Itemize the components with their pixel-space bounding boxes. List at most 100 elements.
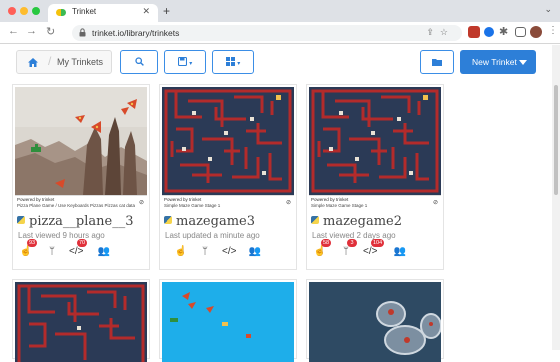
puzzle-icon[interactable]: ✱ (499, 25, 508, 38)
remix-icon[interactable]: ☝ (174, 245, 188, 259)
extension-icon[interactable] (484, 27, 494, 37)
python-icon (17, 216, 25, 224)
card-actions: ☝ ᛘ </> 👥 (166, 245, 292, 259)
embed-icon[interactable]: </> 70 (69, 239, 88, 259)
space-game-thumbnail-art (309, 282, 441, 362)
share-bookmark-icons[interactable]: ⇪☆ (426, 27, 454, 38)
chevron-down-icon: ▾ (189, 61, 193, 67)
chevron-down-icon (519, 60, 527, 65)
scrollbar-thumb[interactable] (554, 85, 558, 195)
strip-description: Simple Maze Game Stage 1 (311, 203, 368, 208)
browser-toolbar: ← → ↻ trinket.io/library/trinkets ⇪☆ ✱ ⋮ (0, 22, 560, 44)
save-menu-button[interactable]: ▾ (164, 50, 206, 74)
card-actions: ☝ 58 ᛘ3 </> 104 👥 (313, 239, 439, 259)
breadcrumb: / My Trinkets (16, 50, 112, 74)
remix-icon[interactable]: ☝ 58 (313, 239, 332, 259)
folder-button[interactable] (420, 50, 454, 74)
embed-strip: Powered by trinket Simple Maze Game Stag… (162, 195, 294, 211)
browser-titlebar: Trinket ✕ + ⌄ (0, 0, 560, 22)
fork-icon[interactable]: ᛘ3 (339, 239, 357, 259)
embed-count-badge: 70 (77, 239, 88, 247)
trinket-favicon-icon (56, 9, 66, 16)
trinket-thumbnail[interactable] (15, 87, 147, 195)
trinket-card[interactable] (306, 279, 444, 362)
trinket-thumbnail[interactable] (15, 282, 147, 362)
trinket-thumbnail[interactable] (162, 87, 294, 195)
python-icon (164, 216, 172, 224)
remix-icon[interactable]: ☝ 93 (19, 239, 38, 259)
profile-avatar[interactable] (530, 26, 542, 38)
embed-strip: Powered by trinket Simple Maze Game Stag… (309, 195, 441, 211)
reload-button[interactable]: ↻ (46, 25, 55, 38)
maze-thumbnail-art (15, 282, 147, 362)
expand-icon: ⊘ (138, 200, 144, 206)
trinket-thumbnail[interactable] (309, 87, 441, 195)
page-scrollbar[interactable] (552, 45, 560, 350)
share-users-icon[interactable]: 👥 (393, 245, 407, 259)
address-bar[interactable]: trinket.io/library/trinkets ⇪☆ (72, 25, 462, 41)
card-subtitle: Last updated a minute ago (165, 231, 260, 240)
extension-icon[interactable] (468, 26, 480, 38)
breadcrumb-separator: / (48, 54, 52, 68)
view-mode-button[interactable]: ▾ (212, 50, 254, 74)
trinket-card[interactable] (12, 279, 150, 362)
maximize-window-button[interactable] (32, 7, 40, 15)
search-button[interactable] (120, 50, 158, 74)
trinket-thumbnail[interactable] (162, 282, 294, 362)
strip-description: Simple Maze Game Stage 1 (164, 203, 221, 208)
trinket-thumbnail[interactable] (309, 282, 441, 362)
tab-search-icon[interactable]: ⌄ (544, 4, 552, 15)
maze-thumbnail-art (309, 87, 441, 195)
floppy-icon (177, 56, 187, 67)
maze-thumbnail-art (162, 87, 294, 195)
search-icon (134, 57, 144, 66)
powered-by-label: Powered by trinket (164, 197, 202, 202)
trinket-card[interactable]: Powered by trinket Simple Maze Game Stag… (159, 84, 297, 270)
tab-title: Trinket (72, 7, 97, 16)
remix-count-badge: 93 (27, 239, 38, 247)
trinket-card[interactable]: Powered by trinket Pizza Plane Game / Us… (12, 84, 150, 270)
share-users-icon[interactable]: 👥 (248, 245, 262, 259)
embed-count-badge: 104 (371, 239, 385, 247)
home-icon[interactable] (28, 58, 38, 67)
url-text: trinket.io/library/trinkets (92, 28, 180, 38)
browser-menu-icon[interactable]: ⋮ (548, 25, 558, 36)
minimize-window-button[interactable] (20, 7, 28, 15)
trinket-card[interactable] (159, 279, 297, 362)
expand-icon: ⊘ (432, 200, 438, 206)
grid-icon (225, 57, 235, 66)
breadcrumb-current: My Trinkets (57, 57, 104, 67)
sky-game-thumbnail-art (162, 282, 294, 362)
new-trinket-button[interactable]: New Trinket (460, 50, 536, 74)
strip-description: Pizza Plane Game / Use Keyboards Pizzas … (17, 203, 136, 208)
chevron-down-icon: ▾ (237, 61, 241, 67)
fork-icon[interactable]: ᛘ (45, 245, 59, 259)
new-trinket-label: New Trinket (472, 57, 517, 67)
expand-icon: ⊘ (285, 200, 291, 206)
card-title[interactable]: mazegame2 (311, 214, 402, 229)
powered-by-label: Powered by trinket (311, 197, 349, 202)
forward-button[interactable]: → (26, 25, 37, 37)
remix-count-badge: 58 (321, 239, 332, 247)
browser-tab[interactable]: Trinket ✕ (48, 4, 158, 22)
fork-icon[interactable]: ᛘ (198, 245, 212, 259)
tab-close-icon[interactable]: ✕ (142, 6, 150, 17)
powered-by-label: Powered by trinket (17, 197, 55, 202)
share-users-icon[interactable]: 👥 (97, 245, 111, 259)
folder-icon (432, 59, 442, 66)
fork-count-badge: 3 (347, 239, 357, 247)
sidepanel-icon[interactable] (515, 27, 526, 37)
trinket-app: / My Trinkets ▾ ▾ New Trinket Powered by… (0, 45, 560, 362)
embed-icon[interactable]: </> 104 (363, 239, 385, 259)
new-tab-button[interactable]: + (163, 4, 170, 18)
lock-icon (79, 28, 86, 37)
card-title[interactable]: pizza__plane__3 (17, 214, 134, 229)
python-icon (311, 216, 319, 224)
embed-strip: Powered by trinket Pizza Plane Game / Us… (15, 195, 147, 211)
card-title[interactable]: mazegame3 (164, 214, 255, 229)
trinket-card[interactable]: Powered by trinket Simple Maze Game Stag… (306, 84, 444, 270)
close-window-button[interactable] (8, 7, 16, 15)
card-actions: ☝ 93 ᛘ </> 70 👥 (19, 239, 145, 259)
embed-icon[interactable]: </> (222, 245, 236, 259)
back-button[interactable]: ← (8, 25, 19, 37)
